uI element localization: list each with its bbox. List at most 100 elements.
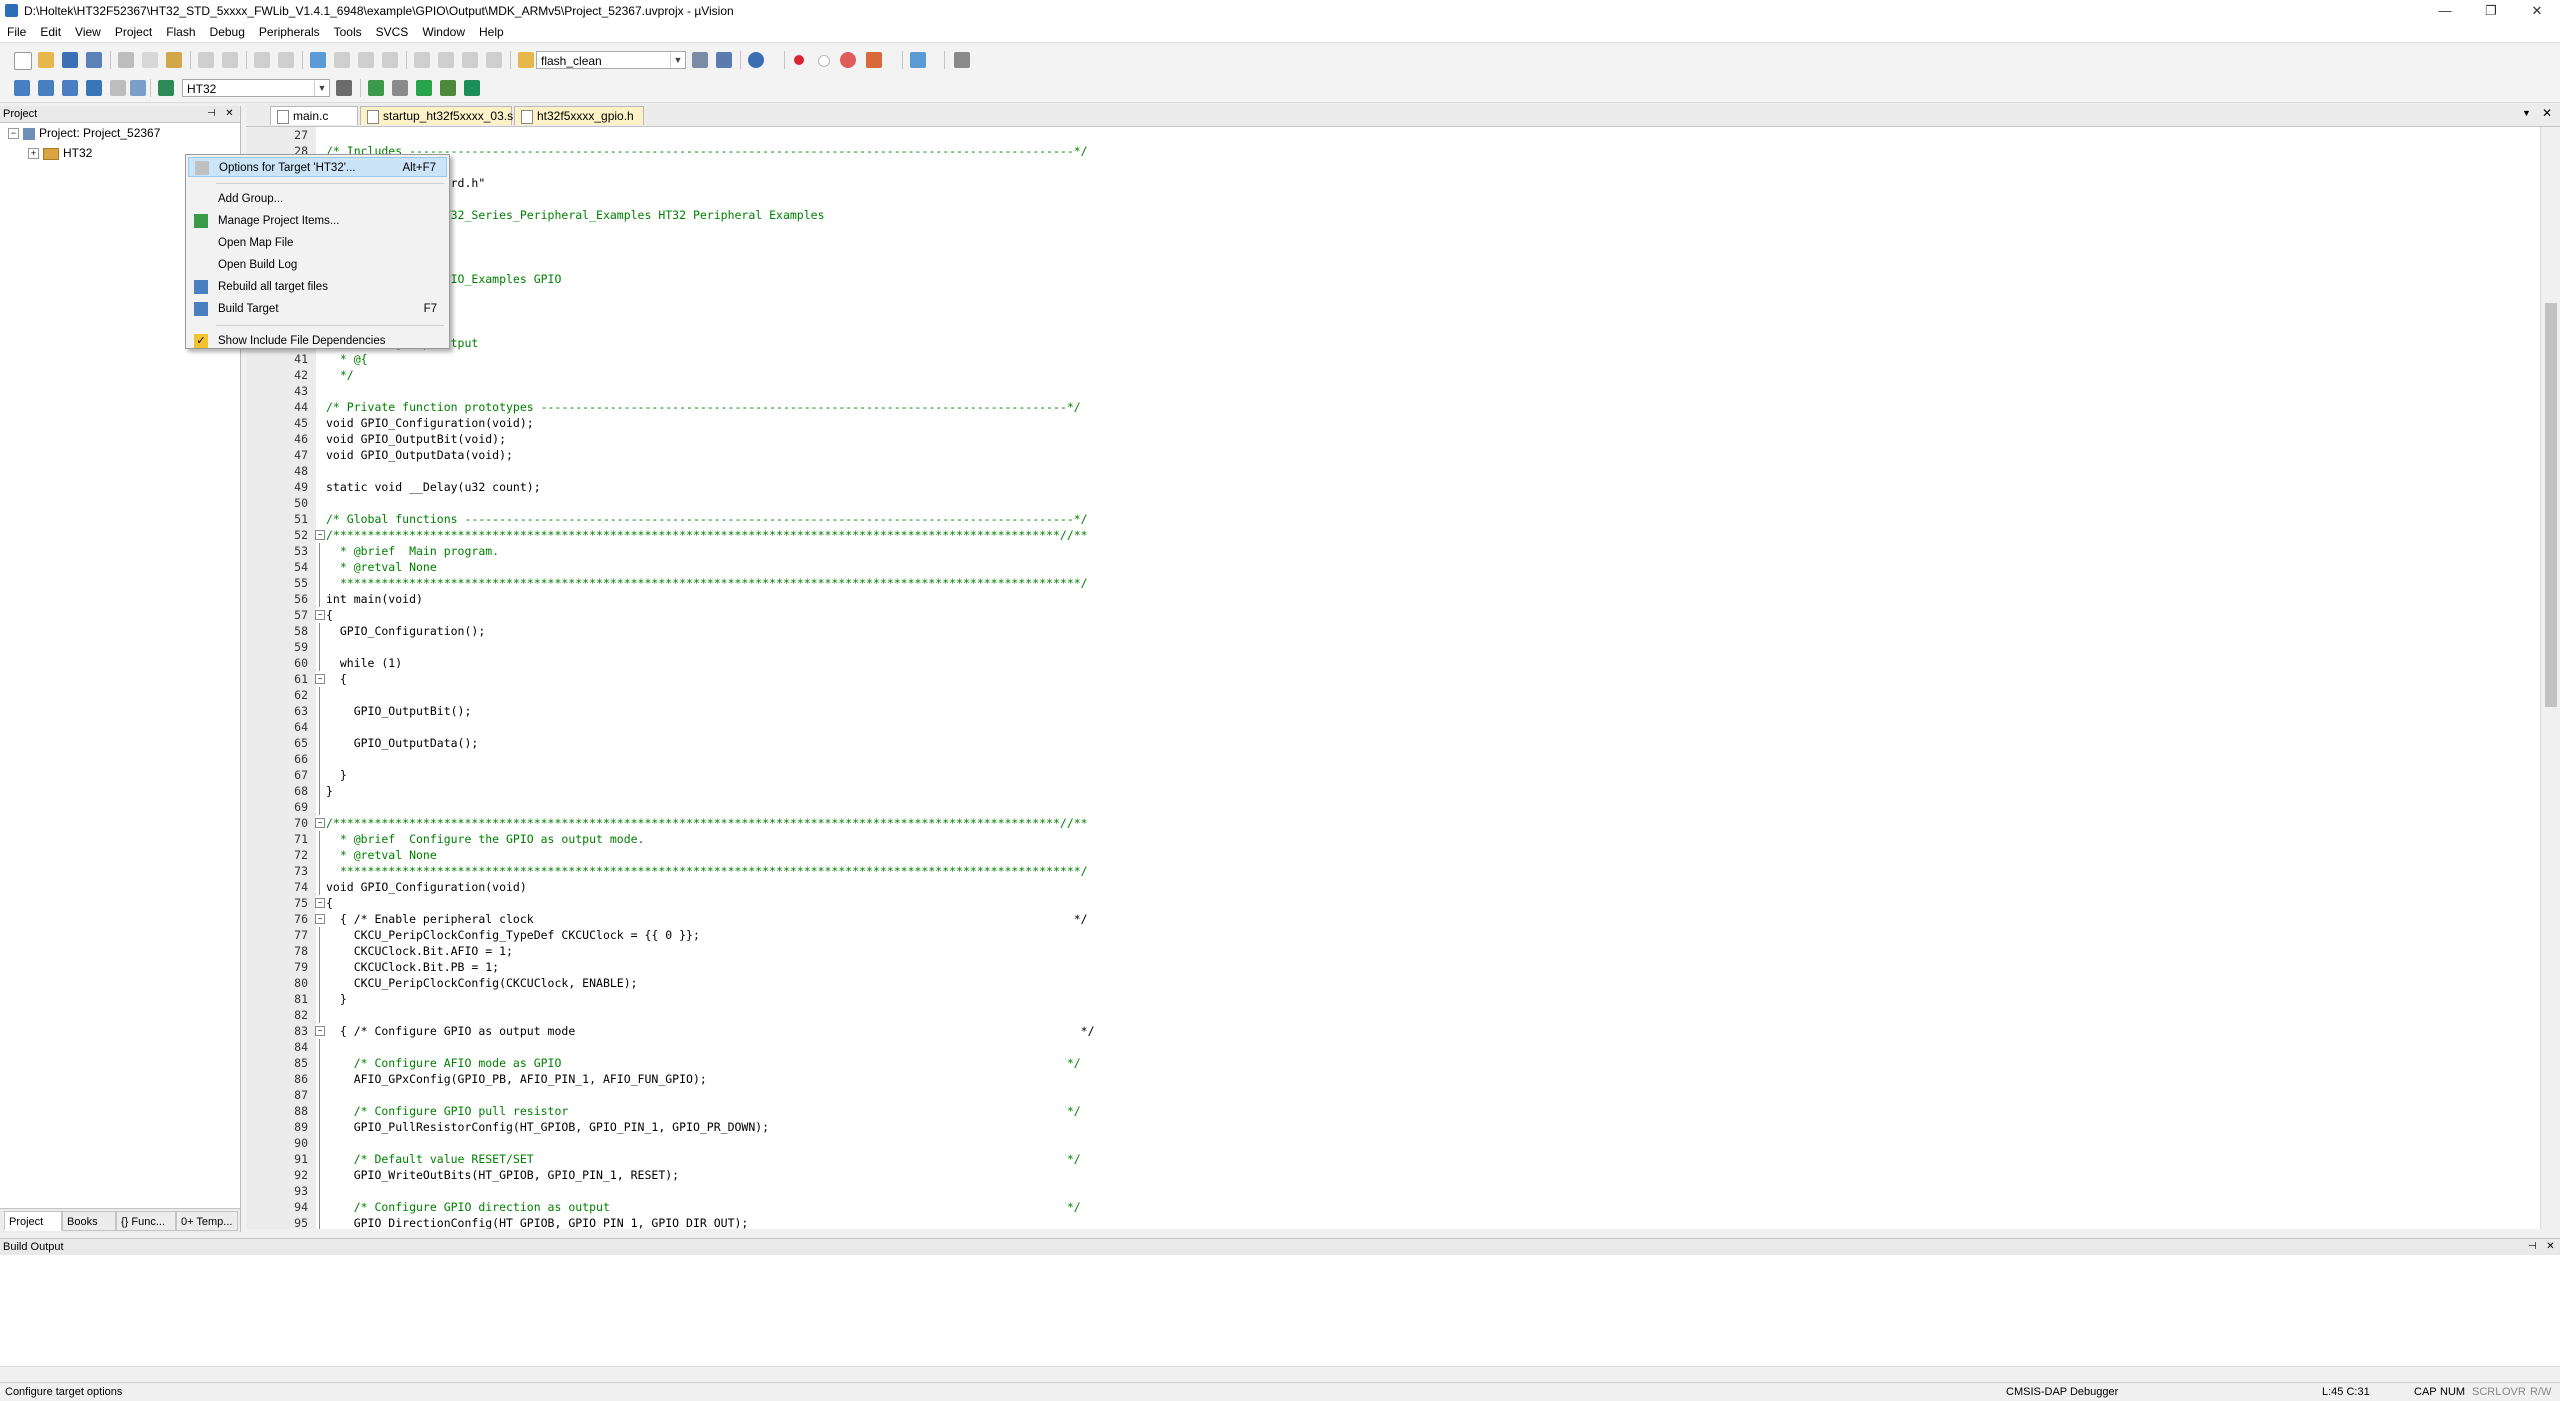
paste-icon[interactable] [166, 52, 182, 68]
code-line[interactable]: 79 CKCUClock.Bit.PB = 1; [246, 959, 2540, 975]
find-icon[interactable] [692, 52, 708, 68]
code-line[interactable]: 54 * @retval None [246, 559, 2540, 575]
fold-collapse-icon[interactable]: − [315, 1026, 325, 1036]
clear-bookmarks-icon[interactable] [382, 52, 398, 68]
build-icon[interactable] [38, 80, 54, 96]
code-line[interactable]: 28/* Includes --------------------------… [246, 143, 2540, 159]
debug-session-icon[interactable] [748, 52, 764, 68]
menu-svcs[interactable]: SVCS [369, 22, 416, 42]
close-tab-button[interactable]: ✕ [2542, 106, 2552, 120]
code-line[interactable]: 58 GPIO_Configuration(); [246, 623, 2540, 639]
tab-startup-s[interactable]: startup_ht32f5xxxx_03.s [360, 106, 513, 125]
code-line[interactable]: 41 * @{ [246, 351, 2540, 367]
code-line[interactable]: 95 GPIO_DirectionConfig(HT_GPIOB, GPIO_P… [246, 1215, 2540, 1229]
code-line[interactable]: 34 */ [246, 239, 2540, 255]
indent-icon[interactable] [414, 52, 430, 68]
code-line[interactable]: 47 void GPIO_OutputData(void); [246, 447, 2540, 463]
code-line[interactable]: 49 static void __Delay(u32 count); [246, 479, 2540, 495]
code-line[interactable]: 31 [246, 191, 2540, 207]
menu-tools[interactable]: Tools [327, 22, 369, 42]
tab-list-dropdown-icon[interactable]: ▼ [2522, 108, 2531, 118]
code-line[interactable]: 85 /* Configure AFIO mode as GPIO */ [246, 1055, 2540, 1071]
menu-item-show-include-file-dependencies[interactable]: ✓ Show Include File Dependencies [188, 331, 447, 351]
menu-project[interactable]: Project [108, 22, 159, 42]
code-line[interactable]: 32/** @addtogroup HT32_Series_Peripheral… [246, 207, 2540, 223]
cut-icon[interactable] [118, 52, 134, 68]
close-pane-button[interactable]: ✕ [223, 107, 236, 120]
kill-breakpoints-icon[interactable] [840, 52, 856, 68]
scrollbar-thumb[interactable] [2545, 303, 2557, 707]
fold-collapse-icon[interactable]: − [315, 818, 325, 828]
tree-item-ht32[interactable]: + HT32 [28, 145, 92, 161]
code-line[interactable]: 38 */ [246, 303, 2540, 319]
menu-item-open-build-log[interactable]: Open Build Log [188, 255, 447, 275]
window-layout-icon[interactable] [910, 52, 926, 68]
code-line[interactable]: 70−/************************************… [246, 815, 2540, 831]
code-line[interactable]: 87 [246, 1087, 2540, 1103]
code-line[interactable]: 60 while (1) [246, 655, 2540, 671]
chevron-down-icon[interactable]: ▼ [314, 80, 329, 96]
code-line[interactable]: 65 GPIO_OutputData(); [246, 735, 2540, 751]
menu-flash[interactable]: Flash [159, 22, 202, 42]
menu-edit[interactable]: Edit [33, 22, 68, 42]
tab-project[interactable]: Project [4, 1211, 62, 1231]
code-line[interactable]: 92 GPIO_WriteOutBits(HT_GPIOB, GPIO_PIN_… [246, 1167, 2540, 1183]
save-all-icon[interactable] [86, 52, 102, 68]
code-line[interactable]: 77 CKCU_PeripClockConfig_TypeDef CKCUClo… [246, 927, 2540, 943]
editor-vertical-scrollbar[interactable] [2540, 127, 2560, 1229]
code-line[interactable]: 55 *************************************… [246, 575, 2540, 591]
tab-books[interactable]: Books [62, 1211, 116, 1231]
code-line[interactable]: 52−/************************************… [246, 527, 2540, 543]
fold-marker[interactable]: − [313, 671, 327, 687]
code-line[interactable]: 36/** @addtogroup GPIO_Examples GPIO [246, 271, 2540, 287]
stop-build-icon[interactable] [110, 80, 126, 96]
nav-back-icon[interactable] [254, 52, 270, 68]
code-line[interactable]: 83− { /* Configure GPIO as output mode *… [246, 1023, 2540, 1039]
fold-marker[interactable]: − [313, 527, 327, 543]
fold-collapse-icon[interactable]: − [315, 610, 325, 620]
menu-item-manage-project-items[interactable]: Manage Project Items... [188, 211, 447, 231]
fold-collapse-icon[interactable]: − [315, 530, 325, 540]
build-output-text[interactable] [0, 1255, 2560, 1370]
code-line[interactable]: 44 /* Private function prototypes -------… [246, 399, 2540, 415]
uncomment-icon[interactable] [486, 52, 502, 68]
fold-collapse-icon[interactable]: − [315, 674, 325, 684]
code-line[interactable]: 72 * @retval None [246, 847, 2540, 863]
pack-installer-icon[interactable] [416, 80, 432, 96]
code-line[interactable]: 39 [246, 319, 2540, 335]
new-file-icon[interactable] [14, 52, 32, 70]
batch-build-icon[interactable] [86, 80, 102, 96]
breakpoint-icon[interactable] [794, 55, 804, 65]
build-config-combo[interactable]: flash_clean ▼ [536, 51, 686, 69]
menu-peripherals[interactable]: Peripherals [252, 22, 327, 42]
code-line[interactable]: 88 /* Configure GPIO pull resistor */ [246, 1103, 2540, 1119]
minimize-button[interactable]: — [2422, 0, 2468, 22]
copy-icon[interactable] [142, 52, 158, 68]
code-line[interactable]: 61− { [246, 671, 2540, 687]
code-line[interactable]: 53 * @brief Main program. [246, 543, 2540, 559]
code-line[interactable]: 37 * @{ [246, 287, 2540, 303]
code-line[interactable]: 76− { /* Enable peripheral clock */ [246, 911, 2540, 927]
prev-bookmark-icon[interactable] [334, 52, 350, 68]
menu-item-options-for-target-ht32[interactable]: Options for Target 'HT32'... Alt+F7 [188, 157, 447, 177]
code-line[interactable]: 33 * @{ [246, 223, 2540, 239]
menu-debug[interactable]: Debug [203, 22, 252, 42]
comment-icon[interactable] [462, 52, 478, 68]
code-line[interactable]: 74 void GPIO_Configuration(void) [246, 879, 2540, 895]
menu-item-add-group[interactable]: Add Group... [188, 189, 447, 209]
menu-file[interactable]: File [0, 22, 33, 42]
code-line[interactable]: 78 CKCUClock.Bit.AFIO = 1; [246, 943, 2540, 959]
redo-icon[interactable] [222, 52, 238, 68]
code-line[interactable]: 63 GPIO_OutputBit(); [246, 703, 2540, 719]
code-line[interactable]: 42 */ [246, 367, 2540, 383]
code-line[interactable]: 48 [246, 463, 2540, 479]
fold-marker[interactable]: − [313, 607, 327, 623]
unindent-icon[interactable] [438, 52, 454, 68]
code-line[interactable]: 62 [246, 687, 2540, 703]
fold-marker[interactable]: − [313, 815, 327, 831]
close-pane-button[interactable]: ✕ [2544, 1240, 2557, 1253]
menu-item-open-map-file[interactable]: Open Map File [188, 233, 447, 253]
code-line[interactable]: 29#include "ht32.h" [246, 159, 2540, 175]
tab-templates[interactable]: 0+ Temp... [176, 1211, 238, 1231]
save-icon[interactable] [62, 52, 78, 68]
